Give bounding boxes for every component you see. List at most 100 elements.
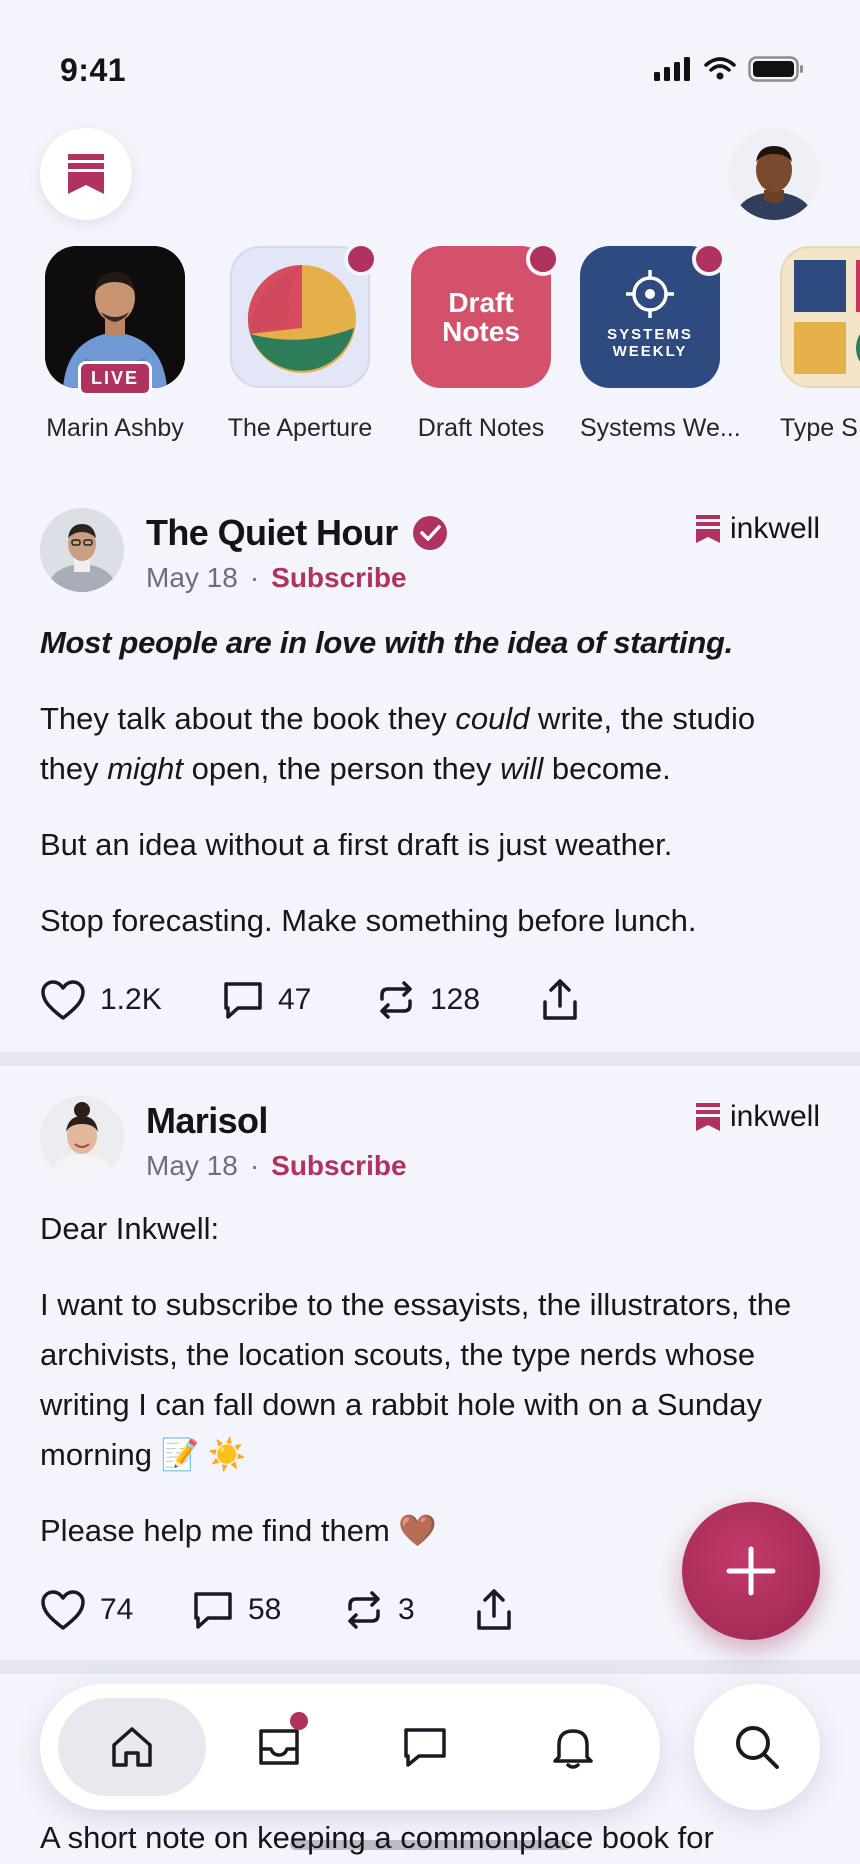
story-avatar	[780, 246, 860, 388]
story-label: Type S	[780, 414, 858, 442]
story-systems-weekly[interactable]: SYSTEMS WEEKLY Systems We...	[580, 246, 741, 443]
source-label: inkwell	[729, 512, 820, 545]
like-button[interactable]: 74	[40, 1589, 192, 1631]
unread-dot	[692, 246, 726, 276]
author-avatar[interactable]	[40, 508, 124, 592]
unread-dot	[526, 246, 560, 276]
post-paragraph: Stop forecasting. Make something before …	[40, 903, 697, 938]
restack-button[interactable]: 128	[376, 979, 540, 1021]
restack-button[interactable]: 3	[344, 1589, 474, 1631]
post-paragraph: I want to subscribe to the essayists, th…	[40, 1287, 792, 1472]
source-inkwell[interactable]: inkwell	[695, 1100, 820, 1134]
post-divider	[0, 1052, 860, 1066]
post-date: May 18	[146, 1150, 238, 1181]
story-marin-ashby[interactable]: LIVE Marin Ashby	[40, 246, 190, 443]
restack-count: 128	[430, 983, 481, 1016]
story-type-s[interactable]: Type S	[780, 246, 860, 443]
share-icon	[543, 979, 577, 1020]
inbox-unread-dot	[290, 1712, 308, 1730]
comment-icon	[224, 982, 262, 1019]
subscribe-link[interactable]: Subscribe	[271, 1150, 406, 1181]
like-button[interactable]: 1.2K	[40, 979, 222, 1021]
story-label: Draft Notes	[417, 414, 545, 442]
post-paragraph: But an idea without a first draft is jus…	[40, 827, 673, 862]
status-icons	[654, 56, 804, 82]
story-label: The Aperture	[227, 414, 373, 442]
systems-weekly-logo-text: SYSTEMS WEEKLY	[607, 326, 693, 360]
draft-notes-logo-text: Draft Notes	[442, 287, 520, 347]
plus-icon	[726, 1546, 776, 1596]
post-body[interactable]: Most people are in love with the idea of…	[40, 618, 820, 972]
verified-badge-icon	[412, 516, 447, 550]
post-paragraph: They talk about the book they could writ…	[40, 701, 756, 786]
post-actions: 1.2K 47 128	[40, 978, 580, 1022]
search-icon	[736, 1726, 779, 1769]
profile-avatar[interactable]	[728, 128, 820, 220]
compose-button[interactable]	[682, 1502, 820, 1640]
post-author[interactable]: Marisol	[146, 1100, 268, 1142]
home-icon	[112, 1727, 152, 1767]
meta-separator: ·	[249, 562, 260, 593]
author-name: The Quiet Hour	[146, 512, 398, 553]
status-time: 9:41	[60, 52, 127, 88]
tab-chat[interactable]	[380, 1702, 470, 1792]
chat-icon	[404, 1728, 446, 1767]
wifi-icon	[704, 57, 736, 80]
post-card[interactable]: The Quiet Hour May 18 · Subscribe inkwell …	[0, 500, 860, 1030]
like-count: 1.2K	[100, 983, 162, 1016]
comment-button[interactable]: 58	[192, 1589, 344, 1631]
heart-icon	[41, 980, 85, 1020]
author-avatar[interactable]	[40, 1096, 124, 1180]
comment-count: 47	[278, 983, 312, 1016]
story-label: Marin Ashby	[46, 414, 184, 442]
share-icon	[477, 1589, 511, 1630]
tab-home[interactable]	[87, 1702, 177, 1792]
heart-icon	[41, 1590, 85, 1630]
restack-icon	[380, 981, 412, 1019]
bookmark-logo-icon	[695, 515, 720, 543]
live-badge: LIVE	[77, 361, 153, 396]
home-indicator	[290, 1840, 570, 1850]
source-label: inkwell	[729, 1100, 820, 1133]
share-button[interactable]	[540, 978, 580, 1022]
comment-count: 58	[248, 1593, 282, 1626]
story-label: Systems We...	[580, 414, 741, 442]
tab-bar	[40, 1684, 660, 1810]
signal-icon	[654, 57, 690, 81]
source-inkwell[interactable]: inkwell	[695, 512, 820, 546]
unread-dot	[344, 246, 378, 276]
profile-avatar-image	[728, 128, 820, 220]
comment-icon	[194, 1592, 232, 1629]
search-button[interactable]	[694, 1684, 820, 1810]
bell-icon	[553, 1729, 593, 1769]
story-draft-notes[interactable]: Draft Notes Draft Notes	[410, 246, 560, 443]
author-name: Marisol	[146, 1100, 268, 1141]
post-divider	[0, 1660, 860, 1674]
post-lead: Most people are in love with the idea of…	[40, 625, 733, 660]
author-avatar-image	[40, 508, 124, 592]
tab-inbox[interactable]	[234, 1702, 324, 1792]
post-body[interactable]: Dear Inkwell: I want to subscribe to the…	[40, 1204, 800, 1582]
bookmark-logo-icon	[695, 1103, 720, 1131]
subscribe-link[interactable]: Subscribe	[271, 562, 406, 593]
post-meta: May 18 · Subscribe	[146, 562, 407, 594]
author-avatar-image	[40, 1096, 124, 1180]
post-meta: May 18 · Subscribe	[146, 1150, 407, 1182]
stories-row[interactable]: LIVE Marin Ashby The Aperture Draft Note…	[0, 246, 860, 456]
tab-notifications[interactable]	[528, 1702, 618, 1792]
post-author[interactable]: The Quiet Hour	[146, 512, 448, 554]
story-the-aperture[interactable]: The Aperture	[220, 246, 380, 443]
battery-icon	[748, 56, 803, 82]
comment-button[interactable]: 47	[222, 979, 376, 1021]
type-logo-icon	[794, 260, 860, 374]
post-date: May 18	[146, 562, 238, 593]
like-count: 74	[100, 1593, 134, 1626]
bookmark-logo-icon	[68, 154, 104, 194]
share-button[interactable]	[474, 1588, 514, 1632]
post-actions: 74 58 3	[40, 1588, 514, 1632]
inbox-icon	[259, 1729, 299, 1765]
story-avatar: LIVE	[45, 246, 185, 396]
inkwell-logo-button[interactable]	[40, 128, 132, 220]
restack-count: 3	[398, 1593, 415, 1626]
meta-separator: ·	[249, 1150, 260, 1181]
